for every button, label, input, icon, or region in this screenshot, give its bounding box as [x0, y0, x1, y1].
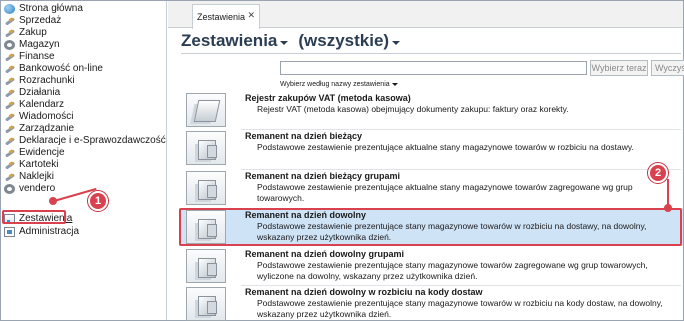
page-title-text[interactable]: Zestawienia [181, 31, 277, 51]
quill-icon [4, 76, 15, 86]
report-title: Remanent na dzień bieżący [245, 131, 363, 141]
sidebar-item-vendero[interactable]: vendero [4, 183, 55, 195]
sidebar-item-zakup[interactable]: Zakup [4, 27, 47, 39]
sidebar-item-wiadomosci[interactable]: Wiadomości [4, 111, 73, 123]
sidebar: Strona główna Sprzedaż Zakup Magazyn Fin… [1, 1, 167, 320]
sidebar-item-label: Zarządzanie [19, 123, 75, 134]
title-divider [181, 53, 681, 54]
quill-icon [4, 172, 15, 182]
callout-pointer-dot [664, 204, 672, 212]
row-divider [241, 285, 681, 286]
list-item[interactable]: Remanent na dzień dowolny grupami Podsta… [181, 247, 683, 285]
sidebar-item-kalendarz[interactable]: Kalendarz [4, 99, 64, 111]
sidebar-item-label: Rozrachunki [19, 75, 75, 86]
chevron-down-icon[interactable] [280, 41, 289, 45]
main-content: Zestawienia ✕ Zestawienia (wszystkie) Wy… [168, 1, 684, 321]
sidebar-item-label: Działania [19, 87, 61, 98]
report-title: Rejestr zakupów VAT (metoda kasowa) [245, 93, 411, 103]
sidebar-item-deklaracje[interactable]: Deklaracje i e-Sprawozdawczość [4, 135, 166, 147]
sidebar-item-label: Kartoteki [19, 159, 59, 170]
sidebar-item-label: Sprzedaż [19, 15, 62, 26]
globe-icon [4, 4, 15, 14]
report-description: Podstawowe zestawienie prezentujące stan… [257, 260, 648, 281]
sidebar-item-label: Bankowość on-line [19, 63, 103, 74]
sidebar-item-label: Strona główna [19, 3, 83, 14]
sidebar-item-label: Administracja [19, 226, 80, 237]
quill-icon [4, 16, 15, 26]
sidebar-item-bankowosc[interactable]: Bankowość on-line [4, 63, 103, 75]
sidebar-item-naklejki[interactable]: Naklejki [4, 171, 54, 183]
gear-icon [4, 184, 15, 194]
tab-label: Zestawienia [197, 12, 246, 22]
sidebar-item-label: Wiadomości [19, 111, 74, 122]
report-description: Podstawowe zestawienie prezentujące aktu… [257, 182, 633, 203]
sidebar-item-rozrachunki[interactable]: Rozrachunki [4, 75, 75, 87]
filter-selector[interactable]: (wszystkie) [298, 31, 389, 51]
warehouse-report-icon [186, 287, 226, 321]
sidebar-item-label: Deklaracje i e-Sprawozdawczość [19, 135, 166, 146]
list-item[interactable]: Remanent na dzień bieżący Podstawowe zes… [181, 129, 683, 167]
quill-icon [4, 100, 15, 110]
report-stack-icon [186, 93, 226, 127]
sidebar-item-zarzadzanie[interactable]: Zarządzanie [4, 123, 74, 135]
quill-icon [4, 124, 15, 134]
sidebar-item-label: Kalendarz [19, 99, 65, 110]
sidebar-item-sprzedaz[interactable]: Sprzedaż [4, 15, 61, 27]
quill-icon [4, 88, 15, 98]
report-title: Remanent na dzień dowolny w rozbiciu na … [245, 287, 483, 297]
quill-icon [4, 64, 15, 74]
close-icon[interactable]: ✕ [247, 10, 255, 21]
clear-button[interactable]: Wyczyść [651, 60, 684, 76]
quill-icon [4, 28, 15, 38]
sidebar-item-label: Ewidencje [19, 147, 65, 158]
sidebar-item-label: Naklejki [19, 171, 55, 182]
sidebar-item-administracja[interactable]: Administracja [4, 226, 79, 238]
quill-icon [4, 52, 15, 62]
row-highlight-box [179, 208, 682, 246]
chevron-down-icon[interactable] [392, 41, 401, 45]
sidebar-item-label: vendero [19, 183, 56, 194]
sidebar-item-label: Magazyn [19, 39, 60, 50]
report-description: Podstawowe zestawienie prezentujące stan… [257, 298, 663, 319]
select-now-button[interactable]: Wybierz teraz [590, 60, 648, 76]
sidebar-item-dzialania[interactable]: Działania [4, 87, 60, 99]
chevron-down-icon [391, 83, 398, 86]
row-divider [241, 129, 681, 130]
list-item[interactable]: Remanent na dzień bieżący grupami Podsta… [181, 169, 683, 207]
sidebar-item-magazyn[interactable]: Magazyn [4, 39, 60, 51]
sidebar-item-finanse[interactable]: Finanse [4, 51, 55, 63]
tab-bar: Zestawienia ✕ [168, 1, 683, 29]
report-title: Remanent na dzień dowolny grupami [245, 249, 405, 259]
warehouse-report-icon [186, 249, 226, 283]
quill-icon [4, 160, 15, 170]
list-item[interactable]: Rejestr zakupów VAT (metoda kasowa) Reje… [181, 91, 683, 129]
sort-dropdown[interactable]: Wybierz według nazwy zestawienia [280, 81, 398, 88]
callout-badge-1: 1 [88, 191, 108, 211]
report-description: Podstawowe zestawienie prezentujące aktu… [257, 142, 634, 152]
report-title: Remanent na dzień bieżący grupami [245, 171, 401, 181]
warehouse-report-icon [186, 171, 226, 205]
list-item[interactable]: Remanent na dzień dowolny w rozbiciu na … [181, 285, 683, 321]
warehouse-report-icon [186, 131, 226, 165]
report-description: Rejestr VAT (metoda kasowa) obejmujący d… [257, 104, 569, 114]
sort-label: Wybierz według nazwy zestawienia [280, 81, 390, 88]
search-input[interactable] [280, 61, 587, 75]
quill-icon [4, 112, 15, 122]
row-divider [241, 169, 681, 170]
sidebar-item-strona-glowna[interactable]: Strona główna [4, 3, 83, 15]
tab-zestawienia[interactable]: Zestawienia ✕ [192, 4, 260, 29]
quill-icon [4, 136, 15, 146]
sidebar-item-ewidencje[interactable]: Ewidencje [4, 147, 65, 159]
sidebar-highlight-box [2, 210, 66, 224]
callout-badge-2: 2 [648, 163, 668, 183]
sidebar-item-label: Zakup [19, 27, 47, 38]
sidebar-item-kartoteki[interactable]: Kartoteki [4, 159, 58, 171]
admin-icon [4, 227, 15, 237]
sidebar-item-label: Finanse [19, 51, 55, 62]
quill-icon [4, 148, 15, 158]
warehouse-icon [4, 40, 15, 50]
page-title: Zestawienia (wszystkie) [181, 30, 410, 52]
